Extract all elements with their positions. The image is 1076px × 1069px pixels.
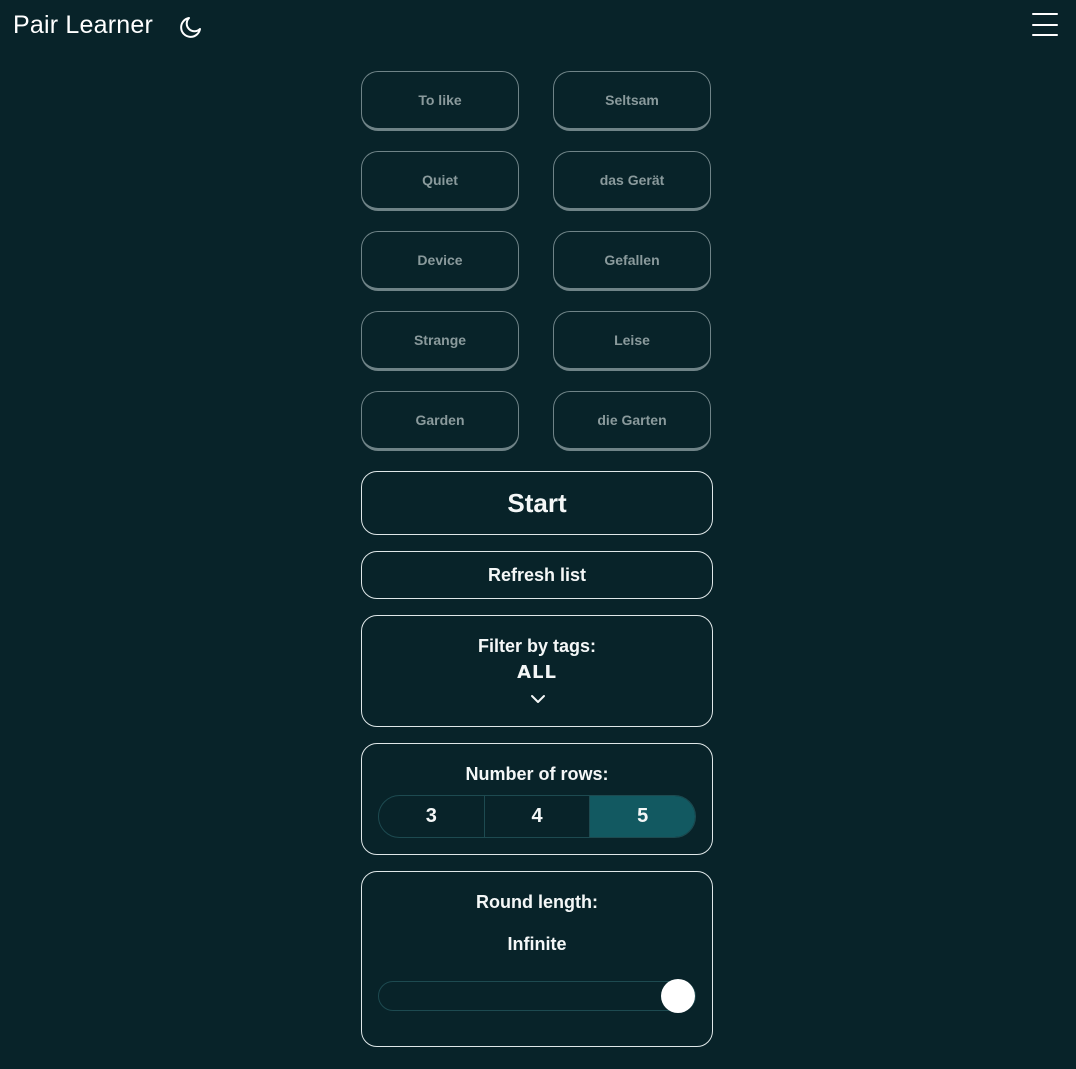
chevron-down-icon: [530, 692, 546, 704]
pair-card[interactable]: Strange: [361, 311, 519, 371]
tag-filter-dropdown[interactable]: Filter by tags: ALL: [361, 615, 713, 727]
round-length-panel: Round length: Infinite: [361, 871, 713, 1047]
rows-label: Number of rows:: [465, 764, 609, 784]
rows-option-4[interactable]: 4: [485, 796, 591, 837]
rows-option-5[interactable]: 5: [590, 796, 695, 837]
rows-selector-panel: Number of rows: 3 4 5: [361, 743, 713, 855]
top-bar: Pair Learner: [0, 0, 1076, 54]
pair-card[interactable]: das Gerät: [553, 151, 711, 211]
moon-icon[interactable]: [178, 14, 204, 40]
pair-card[interactable]: Seltsam: [553, 71, 711, 131]
round-length-label: Round length:: [476, 892, 598, 912]
slider-thumb[interactable]: [661, 979, 695, 1013]
pair-card[interactable]: Gefallen: [553, 231, 711, 291]
rows-option-3[interactable]: 3: [379, 796, 485, 837]
filter-label: Filter by tags:: [477, 636, 597, 656]
pair-grid: To like Seltsam Quiet das Gerät Device G…: [361, 71, 713, 455]
hamburger-menu-icon[interactable]: [1031, 12, 1059, 38]
start-button[interactable]: Start: [361, 471, 713, 535]
pair-card[interactable]: To like: [361, 71, 519, 131]
round-length-value: Infinite: [507, 934, 567, 954]
pair-card[interactable]: Device: [361, 231, 519, 291]
pair-card[interactable]: Garden: [361, 391, 519, 451]
pair-card[interactable]: die Garten: [553, 391, 711, 451]
filter-value: ALL: [517, 662, 557, 683]
app-title: Pair Learner: [13, 11, 153, 39]
refresh-list-button[interactable]: Refresh list: [361, 551, 713, 599]
pair-card[interactable]: Quiet: [361, 151, 519, 211]
pair-card[interactable]: Leise: [553, 311, 711, 371]
rows-segmented-control: 3 4 5: [378, 795, 696, 838]
round-length-slider[interactable]: [378, 981, 696, 1011]
